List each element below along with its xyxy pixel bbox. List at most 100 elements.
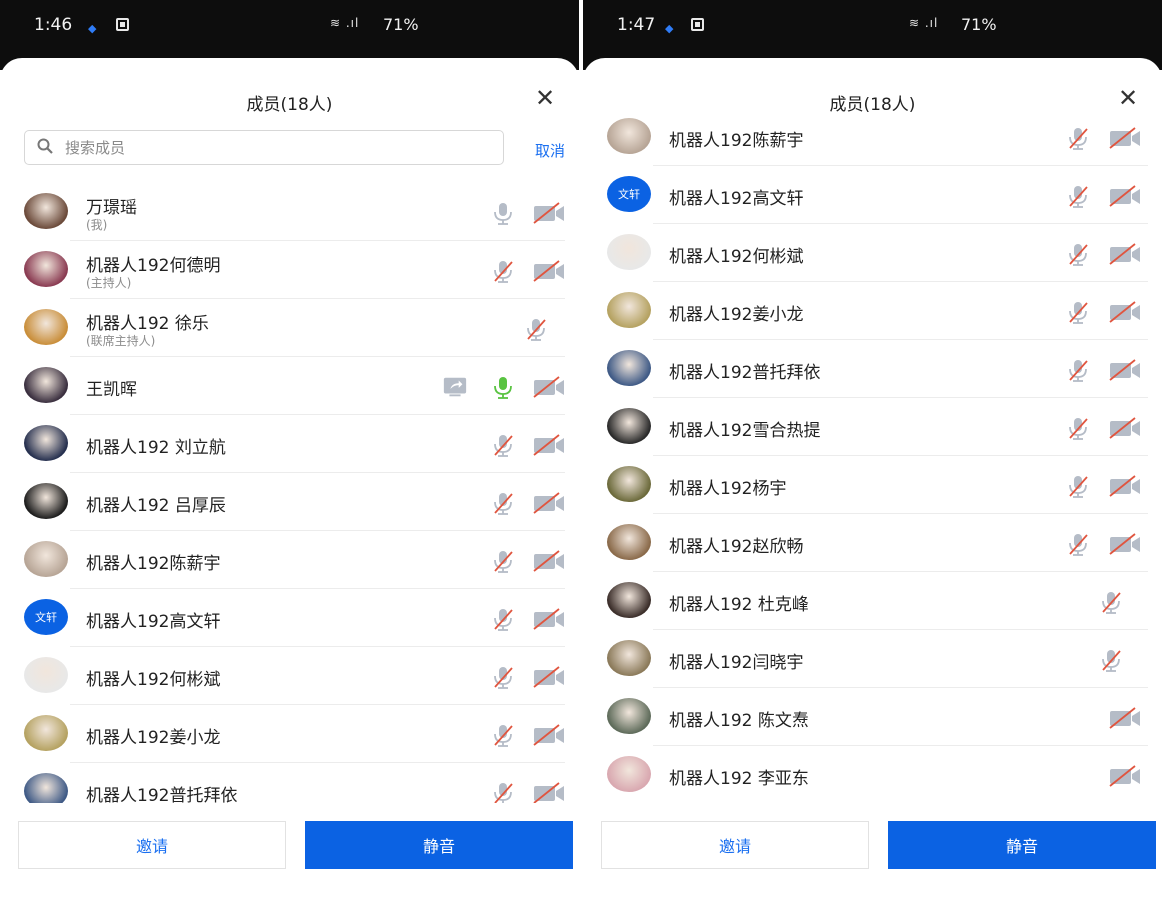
member-role: (主持人): [86, 276, 132, 290]
close-icon[interactable]: ✕: [533, 86, 557, 110]
microphone-on-icon[interactable]: [490, 374, 516, 400]
screen-share-icon[interactable]: [442, 374, 468, 400]
app-notification-icon: ◆: [665, 22, 674, 35]
avatar-initials: 文轩: [35, 611, 57, 624]
camera-off-icon[interactable]: [1108, 531, 1142, 557]
search-box[interactable]: [24, 130, 504, 165]
camera-off-icon[interactable]: [1108, 763, 1142, 789]
camera-off-icon[interactable]: [532, 548, 566, 574]
microphone-muted-icon[interactable]: [490, 606, 516, 632]
battery-level: 71%: [961, 15, 997, 34]
members-panel-left: 1:46 ◆ ≋ .ıl 71% 成员(18人) ✕ 取消 万璟瑶(我)机器人1…: [0, 0, 579, 903]
microphone-muted-icon[interactable]: [1065, 183, 1091, 209]
mute-all-button[interactable]: 静音: [888, 821, 1156, 869]
avatar: [607, 118, 651, 154]
camera-off-icon[interactable]: [1108, 705, 1142, 731]
member-row[interactable]: 文轩 机器人192高文轩: [0, 589, 579, 647]
member-row[interactable]: 机器人192 陈文焘: [583, 688, 1162, 746]
camera-off-icon[interactable]: [532, 722, 566, 748]
member-sheet: 成员(18人) ✕ 取消 万璟瑶(我)机器人192何德明(主持人)机器人192 …: [0, 58, 579, 903]
search-input[interactable]: [65, 136, 485, 160]
camera-off-icon[interactable]: [1108, 357, 1142, 383]
member-row[interactable]: 机器人192普托拜依: [583, 340, 1162, 398]
microphone-muted-icon[interactable]: [523, 316, 549, 342]
microphone-muted-icon[interactable]: [1065, 415, 1091, 441]
camera-off-icon[interactable]: [532, 432, 566, 458]
avatar: [607, 698, 651, 734]
member-row[interactable]: 万璟瑶 (我): [0, 183, 579, 241]
member-row[interactable]: 机器人192何彬斌: [583, 224, 1162, 282]
member-list: 机器人192陈薪宇 文轩 机器人192高文轩 机器人192何彬斌 机器人192姜小龙 机器…: [583, 108, 1162, 803]
member-name: 机器人192闫晓宇: [669, 653, 804, 673]
camera-off-icon[interactable]: [532, 200, 566, 226]
invite-button[interactable]: 邀请: [601, 821, 869, 869]
camera-off-icon[interactable]: [1108, 241, 1142, 267]
microphone-muted-icon[interactable]: [490, 432, 516, 458]
camera-off-icon[interactable]: [532, 490, 566, 516]
member-row[interactable]: 机器人192 李亚东: [583, 746, 1162, 803]
camera-off-icon[interactable]: [1108, 299, 1142, 325]
microphone-muted-icon[interactable]: [1098, 589, 1124, 615]
member-role: (我): [86, 218, 108, 232]
member-row[interactable]: 机器人192陈薪宇: [583, 108, 1162, 166]
mute-all-button[interactable]: 静音: [305, 821, 573, 869]
member-row[interactable]: 王凯晖: [0, 357, 579, 415]
avatar: [24, 657, 68, 693]
member-row[interactable]: 机器人192何德明 (主持人): [0, 241, 579, 299]
status-time: 1:46: [34, 15, 73, 35]
camera-off-icon[interactable]: [1108, 473, 1142, 499]
camera-off-icon[interactable]: [532, 374, 566, 400]
member-row[interactable]: 机器人192雪合热提: [583, 398, 1162, 456]
camera-off-icon[interactable]: [532, 780, 566, 803]
member-row[interactable]: 机器人192 徐乐 (联席主持人): [0, 299, 579, 357]
camera-off-icon[interactable]: [532, 258, 566, 284]
microphone-muted-icon[interactable]: [1065, 241, 1091, 267]
microphone-muted-icon[interactable]: [490, 258, 516, 284]
member-name: 机器人192姜小龙: [669, 305, 804, 325]
member-list: 万璟瑶 (我) 机器人192何德明 (主持人) 机器人192 徐乐 (联席主持人) 王凯晖机…: [0, 183, 579, 803]
cancel-button[interactable]: 取消: [535, 140, 565, 161]
avatar: [607, 292, 651, 328]
avatar: [24, 483, 68, 519]
signal-icon: ≋ .ıl: [330, 16, 360, 30]
member-row[interactable]: 机器人192 刘立航: [0, 415, 579, 473]
microphone-muted-icon[interactable]: [1065, 357, 1091, 383]
member-row[interactable]: 机器人192姜小龙: [583, 282, 1162, 340]
microphone-muted-icon[interactable]: [1065, 125, 1091, 151]
microphone-muted-icon[interactable]: [1065, 299, 1091, 325]
camera-off-icon[interactable]: [1108, 125, 1142, 151]
avatar: 文轩: [607, 176, 651, 212]
microphone-muted-icon[interactable]: [490, 664, 516, 690]
member-row[interactable]: 机器人192 吕厚辰: [0, 473, 579, 531]
member-row[interactable]: 机器人192 杜克峰: [583, 572, 1162, 630]
microphone-muted-icon[interactable]: [490, 548, 516, 574]
member-row[interactable]: 机器人192赵欣畅: [583, 514, 1162, 572]
camera-off-icon[interactable]: [1108, 183, 1142, 209]
microphone-muted-icon[interactable]: [490, 490, 516, 516]
member-name: 机器人192姜小龙: [86, 728, 221, 748]
member-name: 机器人192 刘立航: [86, 438, 226, 458]
screenshot-icon: [691, 18, 704, 31]
member-row[interactable]: 机器人192普托拜依: [0, 763, 579, 803]
close-icon[interactable]: ✕: [1116, 86, 1140, 110]
microphone-muted-icon[interactable]: [490, 200, 516, 226]
microphone-muted-icon[interactable]: [490, 780, 516, 803]
camera-off-icon[interactable]: [1108, 415, 1142, 441]
member-row[interactable]: 机器人192杨宇: [583, 456, 1162, 514]
member-name: 机器人192高文轩: [669, 189, 804, 209]
microphone-muted-icon[interactable]: [1098, 647, 1124, 673]
member-row[interactable]: 机器人192何彬斌: [0, 647, 579, 705]
microphone-muted-icon[interactable]: [1065, 531, 1091, 557]
microphone-muted-icon[interactable]: [490, 722, 516, 748]
camera-off-icon[interactable]: [532, 606, 566, 632]
member-row[interactable]: 机器人192姜小龙: [0, 705, 579, 763]
signal-icon: ≋ .ıl: [909, 16, 939, 30]
avatar: [24, 425, 68, 461]
avatar: [24, 773, 68, 803]
member-row[interactable]: 机器人192闫晓宇: [583, 630, 1162, 688]
microphone-muted-icon[interactable]: [1065, 473, 1091, 499]
camera-off-icon[interactable]: [532, 664, 566, 690]
member-row[interactable]: 文轩 机器人192高文轩: [583, 166, 1162, 224]
member-row[interactable]: 机器人192陈薪宇: [0, 531, 579, 589]
invite-button[interactable]: 邀请: [18, 821, 286, 869]
